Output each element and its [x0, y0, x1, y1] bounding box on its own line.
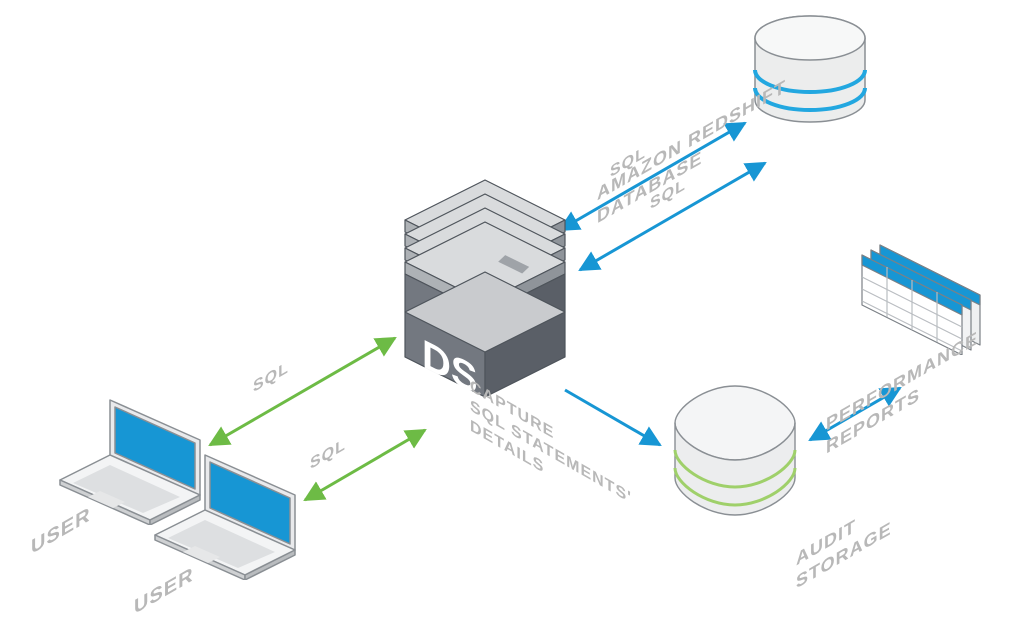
redshift-label: AMAZON REDSHIFT DATABASE [597, 74, 786, 228]
audit-node [660, 378, 810, 528]
edge-user1-ds [210, 338, 395, 445]
edge-label-user1-ds: SQL [253, 358, 289, 399]
reports-node [852, 205, 1012, 360]
audit-label: AUDIT STORAGE [796, 493, 892, 593]
user2-node [150, 450, 320, 585]
edge-label-user2-ds: SQL [310, 435, 346, 476]
ds-server-node: DS [390, 175, 580, 410]
